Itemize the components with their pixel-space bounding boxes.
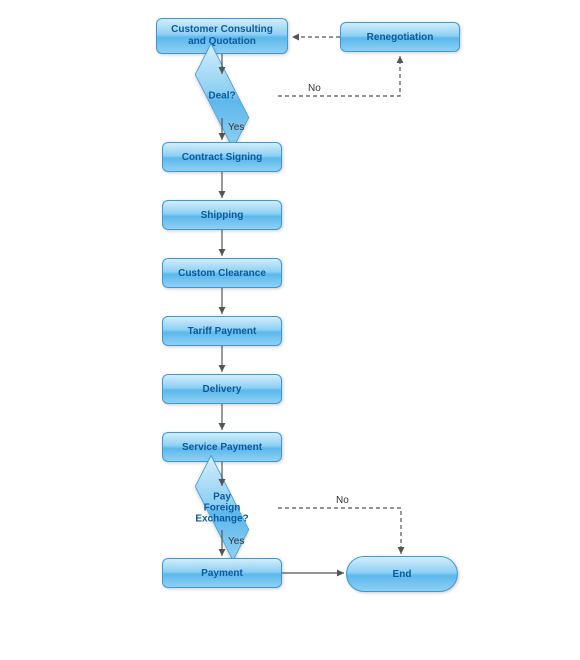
label-deal-yes: Yes xyxy=(228,122,244,133)
connectors xyxy=(0,0,580,660)
node-foreign-label: Pay Foreign Exchange? xyxy=(195,492,250,525)
node-end: End xyxy=(346,556,458,592)
node-renegotiation: Renegotiation xyxy=(340,22,460,52)
node-contract-signing: Contract Signing xyxy=(162,142,282,172)
node-deal-label: Deal? xyxy=(208,91,235,102)
node-payment: Payment xyxy=(162,558,282,588)
label-deal-no: No xyxy=(308,83,321,94)
node-service-payment: Service Payment xyxy=(162,432,282,462)
node-deal-decision: Deal? xyxy=(167,73,277,119)
node-shipping: Shipping xyxy=(162,200,282,230)
node-tariff-payment: Tariff Payment xyxy=(162,316,282,346)
node-custom-clearance: Custom Clearance xyxy=(162,258,282,288)
node-foreign-decision: Pay Foreign Exchange? xyxy=(167,485,277,531)
node-customer-consulting: Customer Consulting and Quotation xyxy=(156,18,288,54)
label-foreign-no: No xyxy=(336,495,349,506)
label-foreign-yes: Yes xyxy=(228,536,244,547)
node-delivery: Delivery xyxy=(162,374,282,404)
